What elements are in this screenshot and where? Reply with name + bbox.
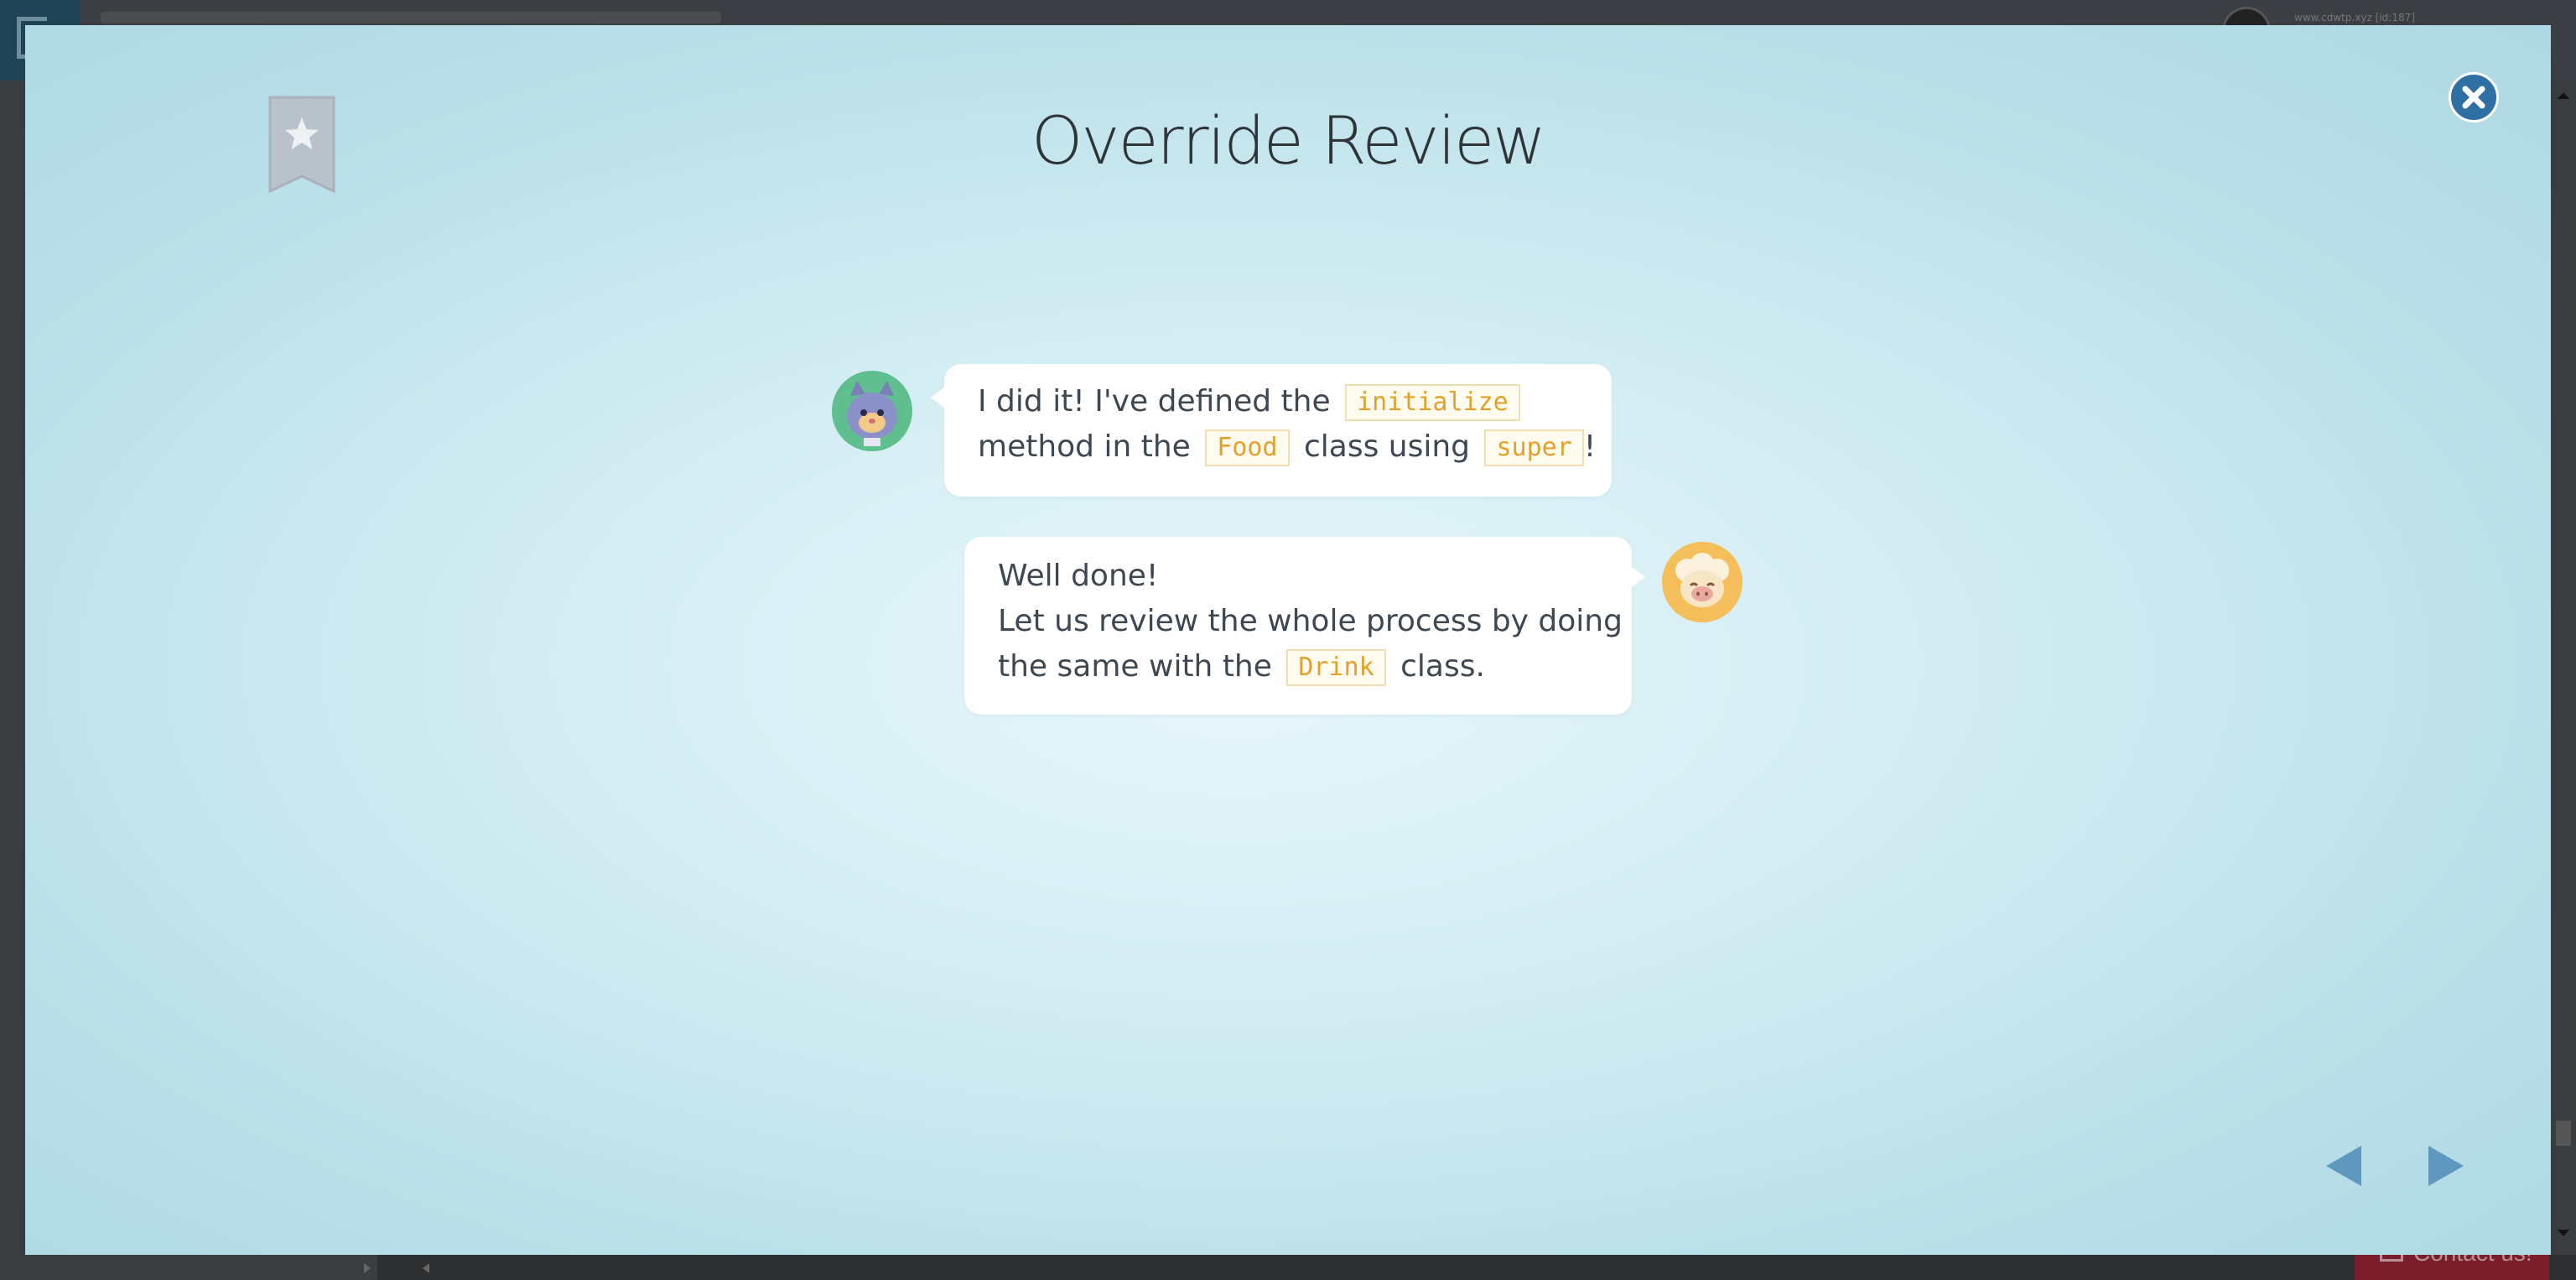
lesson-modal: Override Review I did it! I've defined t… — [25, 25, 2551, 1255]
triangle-left-icon — [2326, 1146, 2361, 1186]
chat-line: method in the Food class using super! — [978, 424, 1596, 470]
chat-line: the same with the Drink class. — [998, 644, 1598, 689]
username-label: www.cdwtp.xyz [id:187] — [2294, 12, 2415, 23]
code-snippet: super — [1484, 429, 1584, 466]
sheep-avatar — [1662, 542, 1742, 622]
scroll-down-icon[interactable] — [2558, 1230, 2569, 1236]
cat-avatar — [832, 371, 912, 451]
message-text: I did it! I've defined the — [978, 384, 1331, 419]
chat-line: Well done! — [998, 559, 1159, 593]
chat-bubble-cat: I did it! I've defined the initialize me… — [931, 364, 1612, 497]
chat-line: I did it! I've defined the initialize — [978, 379, 1578, 424]
code-snippet: Food — [1205, 429, 1290, 466]
chat-line: Let us review the whole process by doing — [998, 604, 1623, 638]
message-text: the same with the — [998, 649, 1272, 684]
scroll-up-icon[interactable] — [2558, 92, 2569, 99]
previous-button[interactable] — [2323, 1141, 2365, 1191]
chat-bubble-sheep: Well done! Let us review the whole proce… — [964, 537, 1645, 715]
scroll-right-icon[interactable] — [364, 1263, 371, 1273]
footer-scroll-track[interactable] — [0, 1255, 377, 1280]
message-text: ! — [1583, 429, 1597, 464]
code-snippet: Drink — [1286, 649, 1386, 686]
page-scrollbar[interactable] — [2551, 81, 2576, 1255]
triangle-right-icon — [2428, 1146, 2464, 1186]
scroll-left-icon[interactable] — [423, 1263, 429, 1273]
code-snippet: initialize — [1345, 384, 1520, 421]
background-bar — [101, 12, 721, 23]
next-button[interactable] — [2425, 1141, 2467, 1191]
left-rail — [0, 81, 25, 1255]
sheep-character-icon — [1664, 544, 1741, 621]
scroll-thumb[interactable] — [2556, 1121, 2571, 1146]
message-text: class using — [1303, 429, 1471, 464]
page-title: Override Review — [1031, 104, 1546, 180]
background-footer — [0, 1255, 2576, 1280]
message-text: method in the — [978, 429, 1191, 464]
message-text: class. — [1400, 649, 1485, 684]
cat-character-icon — [834, 372, 911, 450]
